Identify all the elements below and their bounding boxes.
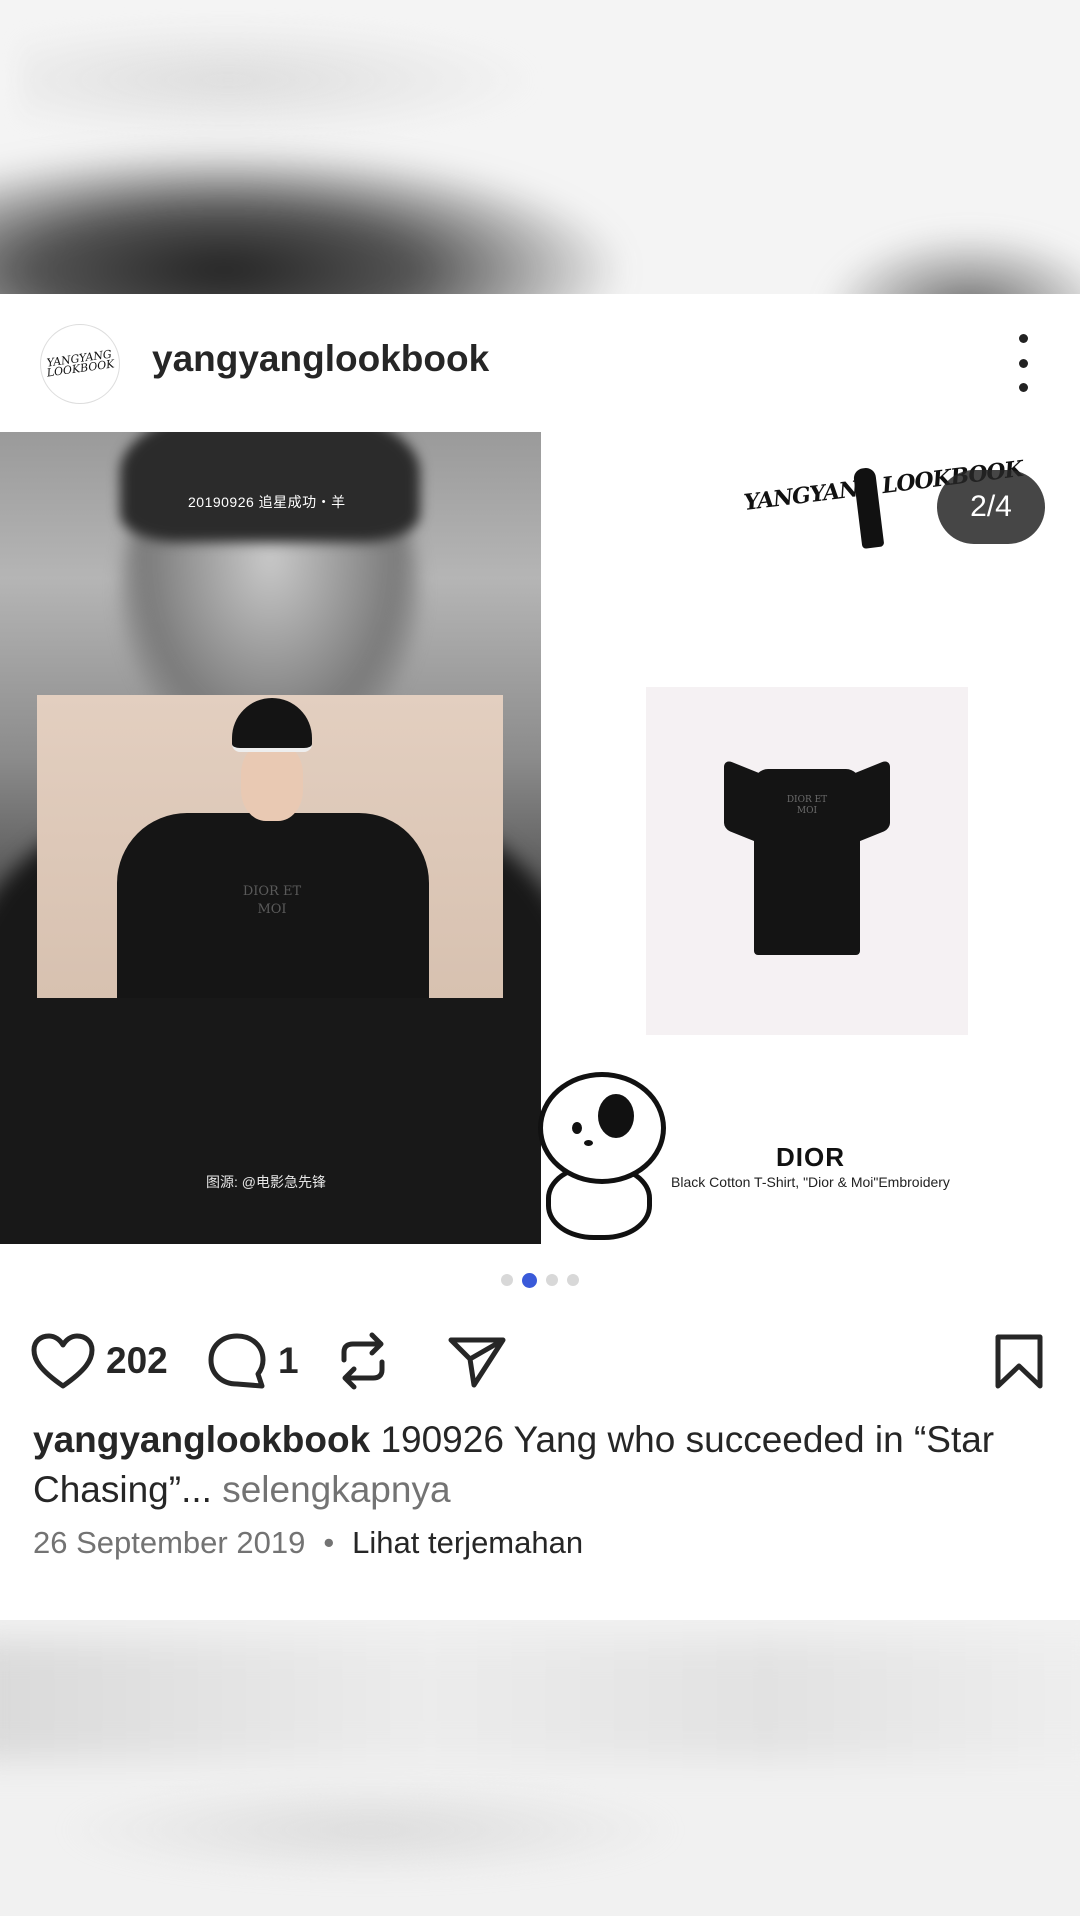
like-button[interactable]: 202 — [30, 1316, 168, 1406]
caption-more-link[interactable]: selengkapnya — [222, 1469, 450, 1510]
post-caption: yangyanglookbook 190926 Yang who succeed… — [33, 1415, 1043, 1515]
post-media-carousel[interactable]: 20190926 追星成功・羊 DIOR ET MOI 图源: @电影急先锋 Y… — [0, 432, 1080, 1244]
like-count: 202 — [106, 1340, 168, 1381]
carousel-dot-active — [522, 1273, 537, 1288]
repost-button[interactable] — [334, 1316, 392, 1406]
panda-sticker — [528, 1072, 668, 1242]
next-post-blurred — [0, 1620, 1080, 1916]
carousel-dots — [0, 1273, 1080, 1288]
avatar-logo: YANGYANG LOOKBOOK — [45, 347, 116, 380]
post-username[interactable]: yangyanglookbook — [152, 338, 489, 380]
meta-separator: • — [323, 1525, 335, 1560]
tshirt-icon: DIOR ET MOI — [724, 758, 890, 955]
carousel-dot — [546, 1274, 558, 1286]
post-header: YANGYANG LOOKBOOK yangyanglookbook — [0, 294, 1080, 432]
more-vertical-icon[interactable] — [1010, 334, 1036, 392]
caption-username[interactable]: yangyanglookbook — [33, 1419, 370, 1460]
carousel-dot — [501, 1274, 513, 1286]
bookmark-icon — [995, 1334, 1043, 1389]
caption-ellipsis: ... — [181, 1469, 212, 1510]
person-photo: DIOR ET MOI — [37, 695, 503, 998]
action-bar: 202 1 — [0, 1316, 1080, 1406]
comment-button[interactable]: 1 — [206, 1316, 299, 1406]
repost-icon — [341, 1332, 385, 1390]
heart-icon — [31, 1333, 95, 1389]
product-image: DIOR ET MOI — [646, 687, 968, 1035]
post-date: 26 September 2019 — [33, 1525, 306, 1560]
product-shirt-text: DIOR ET MOI — [786, 795, 828, 816]
media-left-photo: 20190926 追星成功・羊 DIOR ET MOI 图源: @电影急先锋 — [0, 432, 541, 1244]
save-button[interactable] — [993, 1316, 1045, 1406]
photo-source-overlay: 图源: @电影急先锋 — [206, 1174, 326, 1190]
avatar[interactable]: YANGYANG LOOKBOOK — [40, 324, 120, 404]
photo-date-overlay: 20190926 追星成功・羊 — [188, 494, 346, 510]
post-meta: 26 September 2019 • Lihat terjemahan — [33, 1525, 583, 1561]
translate-link[interactable]: Lihat terjemahan — [352, 1525, 583, 1561]
share-button[interactable] — [446, 1316, 508, 1406]
send-icon — [448, 1337, 506, 1388]
shirt-print-text: DIOR ET MOI — [242, 884, 302, 917]
comment-icon — [208, 1333, 266, 1389]
carousel-counter: 2/4 — [937, 470, 1045, 544]
previous-post-blurred — [0, 0, 1080, 294]
comment-count: 1 — [278, 1340, 299, 1381]
carousel-dot — [567, 1274, 579, 1286]
